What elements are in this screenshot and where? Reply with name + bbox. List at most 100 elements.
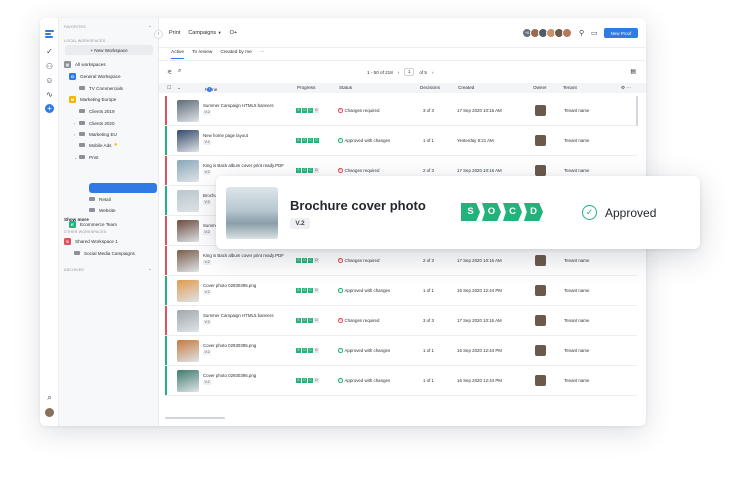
owner-avatar[interactable] xyxy=(535,165,546,176)
show-more-link[interactable]: Show more xyxy=(64,214,89,224)
progress-stages: SOCD xyxy=(296,108,319,113)
created-date: 17 Sep 2020 10:16 AM xyxy=(457,168,502,173)
new-workspace-button[interactable]: + New Workspace xyxy=(65,45,153,55)
sidebar-item-general-workspace[interactable]: G General Workspace xyxy=(64,71,121,81)
owner-avatar[interactable] xyxy=(535,255,546,266)
folder-icon xyxy=(74,250,80,256)
new-proof-button[interactable]: New Proof xyxy=(604,28,638,38)
tab-active[interactable]: Active xyxy=(171,50,185,59)
proof-name[interactable]: King is Back album cover print ready.PDF… xyxy=(203,163,285,175)
crumb-print[interactable]: Print xyxy=(169,30,180,36)
chevron-down-icon[interactable]: ⌄ xyxy=(148,23,152,29)
prev-page-button[interactable]: ‹ xyxy=(398,70,400,75)
column-created[interactable]: Created xyxy=(458,85,474,90)
stage-chip: C xyxy=(308,318,313,323)
more-icon[interactable]: ⚙ ··· xyxy=(621,85,631,91)
owner-avatar[interactable] xyxy=(535,315,546,326)
collapse-sidebar-button[interactable]: ‹ xyxy=(154,30,163,39)
table-row[interactable]: New home page layout V.2 S O C D ✓ Approved wit… xyxy=(165,126,637,156)
owner-avatar[interactable] xyxy=(535,285,546,296)
proof-thumbnail xyxy=(177,280,199,302)
filter-icon[interactable]: ⚟ xyxy=(167,69,172,76)
tenant-name: Tenant name xyxy=(564,318,590,323)
table-row[interactable]: Summer Campaign HTML5 bannersV.2 SOCD ↻Cha… xyxy=(165,96,637,126)
sidebar-item-print[interactable]: ⌄ Print xyxy=(74,152,98,162)
proof-preview-card[interactable]: Brochure cover photo V.2 S O C D ✓ Appro… xyxy=(216,176,700,249)
search-icon[interactable]: ⌕ xyxy=(178,68,181,75)
proof-name[interactable]: Cover photo 02930395.png V.2 xyxy=(203,283,285,295)
proof-name-text: Cover photo 02930395.png xyxy=(203,283,257,288)
folder-icon xyxy=(79,120,85,126)
team-icon[interactable]: ☺ xyxy=(44,75,55,86)
page-input[interactable]: 1 xyxy=(404,68,415,76)
check-icon[interactable]: ✓ xyxy=(44,46,55,57)
proof-thumbnail xyxy=(177,220,199,242)
sidebar-item-shared-workspace[interactable]: S Shared Workspace 1 xyxy=(64,236,118,246)
collaborator-avatars[interactable]: +6 xyxy=(522,28,572,38)
proof-name[interactable]: New home page layout V.2 xyxy=(203,133,285,145)
sidebar-item-all-workspaces[interactable]: ▦ All workspaces xyxy=(64,59,106,69)
stage-chip: D xyxy=(314,108,319,113)
stage-chip: O xyxy=(302,108,307,113)
columns-icon[interactable]: ▤ xyxy=(630,68,636,75)
horizontal-scrollbar[interactable] xyxy=(165,417,225,419)
proof-name[interactable]: Summer Campaign HTML5 bannersV.2 xyxy=(203,313,285,325)
search-icon[interactable]: ⌕ xyxy=(44,392,55,403)
chevron-down-icon[interactable]: ⌄ xyxy=(148,266,152,272)
select-all-checkbox[interactable]: ☐ xyxy=(167,85,171,91)
column-status[interactable]: Status xyxy=(339,85,352,90)
add-user-icon[interactable]: ⚲ xyxy=(579,29,584,37)
status-badge: ↻Changes required xyxy=(338,108,379,113)
proof-title: Brochure cover photo xyxy=(290,198,426,213)
table-row[interactable]: Cover photo 02930395.png V.2 S O C D ✓ Approved… xyxy=(165,336,637,366)
activity-icon[interactable]: ∿ xyxy=(44,89,55,100)
user-avatar[interactable] xyxy=(44,407,55,418)
column-owner[interactable]: Owner xyxy=(533,85,547,90)
sidebar-item-clients-2019[interactable]: Clients 2019 xyxy=(74,106,115,116)
proof-name[interactable]: Cover photo 02930395.png V.2 xyxy=(203,373,285,385)
table-row[interactable]: Summer Campaign HTML5 bannersV.2 SOCD ↻Cha… xyxy=(165,306,637,336)
decisions-count: 1 of 1 xyxy=(423,378,434,383)
follow-button[interactable]: O+ xyxy=(230,30,238,36)
column-progress[interactable]: Progress xyxy=(297,85,315,90)
sidebar-item-clients-2020[interactable]: › Clients 2020 xyxy=(74,118,115,128)
chevron-down-icon[interactable]: ⌄ xyxy=(177,85,181,91)
owner-avatar[interactable] xyxy=(535,345,546,356)
sidebar-item-tv-commercials[interactable]: TV Commercials xyxy=(74,83,123,93)
sidebar-item-marketing-europe[interactable]: M Marketing Europe xyxy=(64,94,116,104)
table-row[interactable]: Cover photo 02930395.png V.2 S O C D ✓ Approved… xyxy=(165,276,637,306)
plus-icon[interactable]: + xyxy=(44,103,55,114)
sidebar-item-mobile-ads[interactable]: Mobile Ads ★ xyxy=(74,140,118,150)
proof-thumbnail xyxy=(177,130,199,152)
status-badge: ↻Changes required xyxy=(338,318,379,323)
vertical-scrollbar[interactable] xyxy=(636,96,638,126)
proof-name[interactable]: King is Back album cover print ready.PDF… xyxy=(203,253,285,265)
crumb-campaigns[interactable]: Campaigns ▼ xyxy=(188,30,221,36)
owner-avatar[interactable] xyxy=(535,135,546,146)
table-row[interactable]: King is Back album cover print ready.PDF… xyxy=(165,246,637,276)
tab-to-review[interactable]: To review xyxy=(192,50,212,59)
column-decisions[interactable]: Decisions xyxy=(420,85,440,90)
folder-icon[interactable]: ▭ xyxy=(591,29,598,37)
avatar xyxy=(562,28,572,38)
tab-created-by-me[interactable]: Created by me xyxy=(220,50,251,59)
dashboard-icon[interactable]: ⚇ xyxy=(44,61,55,72)
owner-avatar[interactable] xyxy=(535,375,546,386)
sidebar-item-label: Print xyxy=(89,154,99,160)
sidebar-item-marketing-eu[interactable]: › Marketing EU xyxy=(74,129,117,139)
owner-avatar[interactable] xyxy=(535,105,546,116)
proof-name[interactable]: Cover photo 02930395.png V.2 xyxy=(203,343,285,355)
proof-name[interactable]: Summer Campaign HTML5 bannersV.2 xyxy=(203,103,285,115)
sidebar-item-social-media[interactable]: Social Media Campaigns xyxy=(74,248,135,258)
menu-logo-icon[interactable] xyxy=(44,28,55,39)
status-icon: ✓ xyxy=(338,288,343,293)
page-range: 1 - 50 of 218 xyxy=(367,69,393,75)
column-tenant[interactable]: Tenant xyxy=(563,85,577,90)
created-date: 17 Sep 2020 10:16 AM xyxy=(457,258,502,263)
decisions-count: 1 of 1 xyxy=(423,288,434,293)
stage-chip: S xyxy=(296,378,301,383)
sidebar-item-retail[interactable]: Retail xyxy=(84,194,111,204)
next-page-button[interactable]: › xyxy=(432,70,434,75)
tab-more[interactable]: ··· xyxy=(260,50,265,59)
table-row[interactable]: Cover photo 02930395.png V.2 S O C D ✓ Approved… xyxy=(165,366,637,396)
